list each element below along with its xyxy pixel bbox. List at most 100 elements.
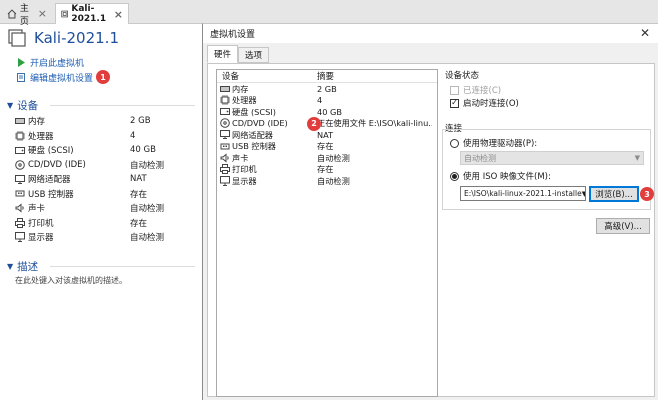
- tab-home[interactable]: 主页 ×: [2, 3, 52, 27]
- device-name: 内存: [28, 117, 46, 128]
- physical-drive-value: 自动检测: [464, 153, 496, 163]
- hardware-row[interactable]: 内存 2 GB: [217, 83, 437, 95]
- dialog-titlebar[interactable]: 虚拟机设置: [203, 24, 658, 43]
- memory-icon: [15, 117, 28, 125]
- hardware-summary: 自动检测: [317, 152, 350, 163]
- device-row[interactable]: USB 控制器 存在: [15, 187, 200, 202]
- close-icon[interactable]: ✕: [640, 26, 650, 40]
- device-name: 打印机: [28, 218, 54, 229]
- hardware-row[interactable]: 声卡 自动检测: [217, 152, 437, 164]
- hardware-name: 内存: [232, 83, 249, 94]
- tab-bar: 主页 × Kali-2021.1 ×: [0, 0, 658, 27]
- physical-drive-label: 使用物理驱动器(P):: [463, 139, 538, 149]
- display-icon: [220, 175, 232, 186]
- radio-unselected: [450, 138, 459, 148]
- device-name: 网络适配器: [28, 175, 71, 186]
- checkbox-box-checked: ✓: [450, 98, 459, 108]
- iso-path-value: E:\ISO\kali-linux-2021.1-installe: [464, 189, 582, 198]
- hardware-row[interactable]: 硬盘 (SCSI) 40 GB: [217, 106, 437, 118]
- vm-title-text: Kali-2021.1: [34, 29, 119, 47]
- chevron-down-icon: ▼: [634, 154, 640, 162]
- hardware-row[interactable]: 显示器 自动检测: [217, 175, 437, 187]
- close-icon[interactable]: ×: [38, 8, 47, 19]
- hardware-row[interactable]: 处理器 4: [217, 95, 437, 107]
- hardware-row[interactable]: USB 控制器 存在: [217, 141, 437, 153]
- radio-selected: [450, 171, 459, 181]
- start-vm-link[interactable]: 开启此虚拟机: [17, 56, 84, 69]
- step-badge-3: 3: [640, 187, 654, 201]
- hardware-name: 打印机: [232, 164, 257, 175]
- tab-hardware[interactable]: 硬件: [207, 45, 239, 63]
- hardware-list: 设备 摘要 内存 2 GB 处理器 4 硬盘 (SCSI) 40 GB CD/DVD …: [216, 69, 438, 397]
- device-value: NAT: [130, 174, 147, 185]
- vm-title: Kali-2021.1: [8, 29, 119, 47]
- vm-icon: [8, 29, 26, 47]
- iso-path-combobox[interactable]: E:\ISO\kali-linux-2021.1-installe ▼: [460, 186, 586, 201]
- close-icon[interactable]: ×: [114, 9, 123, 20]
- device-value: 2 GB: [130, 116, 151, 127]
- home-icon: [7, 8, 17, 18]
- iso-file-radio[interactable]: 使用 ISO 映像文件(M):: [450, 170, 551, 182]
- connected-label: 已连接(C): [463, 86, 502, 96]
- hardware-summary: 40 GB: [317, 106, 342, 117]
- usb-icon: [220, 142, 232, 151]
- display-icon: [15, 232, 28, 243]
- devices-section-toggle[interactable]: ▼ 设备: [7, 98, 38, 113]
- cd-dvd-icon: [15, 159, 28, 170]
- chevron-down-icon[interactable]: ▼: [582, 190, 585, 198]
- advanced-button[interactable]: 高级(V)...: [596, 218, 650, 234]
- cpu-icon: [220, 95, 232, 106]
- edit-vm-settings-label: 编辑虚拟机设置: [30, 73, 94, 84]
- checkbox-box: [450, 85, 459, 95]
- cd-dvd-icon: [220, 118, 232, 129]
- collapse-triangle-icon: ▼: [7, 101, 14, 110]
- tab-options[interactable]: 选项: [238, 47, 270, 63]
- cpu-icon: [15, 130, 28, 141]
- device-row[interactable]: 硬盘 (SCSI) 40 GB: [15, 143, 200, 158]
- hardware-name: 声卡: [232, 152, 249, 163]
- hard-disk-icon: [220, 107, 232, 116]
- hardware-name: 硬盘 (SCSI): [232, 106, 276, 117]
- hardware-panel: 设备 摘要 内存 2 GB 处理器 4 硬盘 (SCSI) 40 GB CD/DVD …: [207, 63, 655, 397]
- device-name: USB 控制器: [28, 189, 74, 200]
- hardware-name: 网络适配器: [232, 129, 273, 140]
- physical-drive-radio[interactable]: 使用物理驱动器(P):: [450, 137, 537, 149]
- device-name: 硬盘 (SCSI): [28, 146, 74, 157]
- device-row[interactable]: 声卡 自动检测: [15, 201, 200, 216]
- connect-on-power-checkbox[interactable]: ✓ 启动时连接(O): [450, 97, 519, 109]
- iso-file-label: 使用 ISO 映像文件(M):: [463, 172, 551, 182]
- network-icon: [220, 130, 232, 140]
- description-section-toggle[interactable]: ▼ 描述: [7, 259, 38, 274]
- device-row[interactable]: 内存 2 GB: [15, 114, 200, 129]
- hardware-summary: NAT: [317, 129, 334, 140]
- device-value: 存在: [130, 218, 148, 229]
- hard-disk-icon: [15, 146, 28, 155]
- column-summary[interactable]: 摘要: [317, 70, 334, 82]
- vm-icon: [61, 10, 68, 18]
- tab-kali[interactable]: Kali-2021.1 ×: [55, 3, 129, 24]
- hardware-row-cd-dvd[interactable]: CD/DVD (IDE) 2 正在使用文件 E:\ISO\kali-linu...: [217, 116, 437, 131]
- sound-icon: [220, 153, 232, 163]
- hardware-name: 处理器: [232, 95, 257, 106]
- connect-on-power-label: 启动时连接(O): [463, 99, 519, 109]
- description-heading: 描述: [17, 261, 39, 273]
- hardware-summary: 自动检测: [317, 175, 350, 186]
- device-row[interactable]: CD/DVD (IDE) 自动检测: [15, 158, 200, 173]
- hardware-summary: 存在: [317, 164, 334, 175]
- divider: [50, 266, 195, 267]
- device-row[interactable]: 显示器 自动检测: [15, 230, 200, 245]
- usb-icon: [15, 189, 28, 198]
- device-value: 自动检测: [130, 160, 165, 171]
- device-row[interactable]: 网络适配器 NAT: [15, 172, 200, 187]
- description-input[interactable]: 在此处键入对该虚拟机的描述。: [15, 275, 127, 286]
- sound-icon: [15, 203, 28, 213]
- hardware-row[interactable]: 网络适配器 NAT: [217, 129, 437, 141]
- connected-checkbox: 已连接(C): [450, 84, 501, 96]
- hardware-name: USB 控制器: [232, 141, 276, 152]
- browse-button[interactable]: 浏览(B)...: [589, 186, 639, 202]
- hardware-row[interactable]: 打印机 存在: [217, 164, 437, 176]
- column-device[interactable]: 设备: [222, 70, 317, 82]
- edit-vm-settings-link[interactable]: 编辑虚拟机设置 1: [17, 70, 111, 84]
- device-row[interactable]: 处理器 4: [15, 129, 200, 144]
- device-row[interactable]: 打印机 存在: [15, 216, 200, 231]
